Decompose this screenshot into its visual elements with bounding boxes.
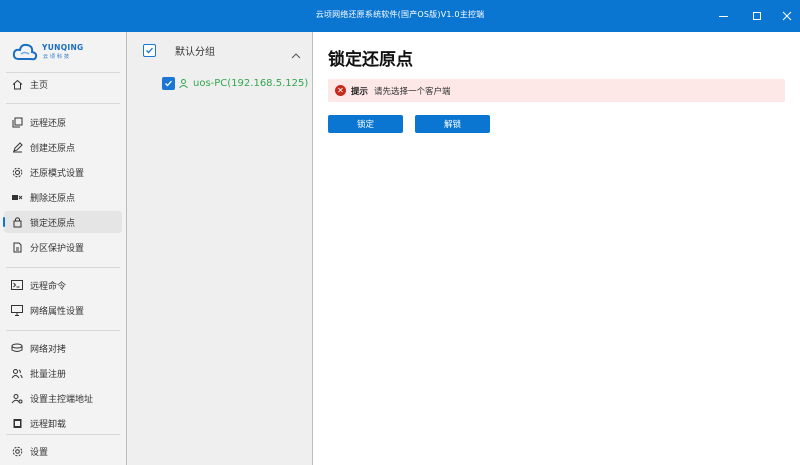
network-icon	[10, 303, 24, 317]
sidebar-item-label: 主页	[30, 80, 49, 91]
sidebar-item-label: 远程命令	[30, 281, 67, 292]
divider	[6, 434, 120, 435]
group-name: 默认分组	[175, 46, 215, 58]
sidebar-item-delete-restore-point[interactable]: 删除还原点	[4, 186, 122, 208]
minimize-button[interactable]	[706, 0, 740, 32]
alert-keyword: 提示	[351, 86, 369, 97]
settings-icon	[10, 444, 24, 458]
sidebar-item-label: 网络对拷	[30, 344, 67, 355]
users-icon	[10, 366, 24, 380]
disk-icon	[10, 341, 24, 355]
group-checkbox[interactable]	[143, 43, 156, 57]
client-group-panel: 默认分组 uos-PC(192.168.5.125)	[126, 32, 313, 465]
checkmark-icon	[146, 47, 153, 53]
sidebar-item-label: 设置	[30, 447, 49, 458]
close-button[interactable]	[770, 0, 800, 32]
alert-banner: ✕ 提示 请先选择一个客户端	[328, 79, 785, 102]
sidebar-item-label: 锁定还原点	[30, 218, 76, 229]
alert-message: 请先选择一个客户端	[374, 86, 451, 97]
sidebar-item-lock-restore-point[interactable]: 锁定还原点	[3, 211, 122, 233]
client-label: uos-PC(192.168.5.125)	[193, 78, 309, 89]
divider	[6, 267, 120, 268]
sidebar-item-batch-register[interactable]: 批量注册	[4, 362, 122, 384]
logo: YUNQING 云顷科技	[12, 40, 112, 64]
error-icon: ✕	[335, 85, 346, 96]
lock-icon	[10, 215, 24, 229]
sidebar-item-label: 还原模式设置	[30, 168, 85, 179]
sidebar-item-network-settings[interactable]: 网络属性设置	[4, 299, 122, 321]
sidebar-item-remote-command[interactable]: 远程命令	[4, 274, 122, 296]
sidebar-item-remote-uninstall[interactable]: 远程卸载	[4, 412, 122, 434]
window-title: 云顷网络还原系统软件(国产OS版)V1.0主控端	[315, 10, 485, 19]
unlock-button[interactable]: 解锁	[415, 115, 490, 133]
close-icon	[782, 11, 792, 21]
sidebar-item-label: 批量注册	[30, 369, 67, 380]
sidebar-item-remote-restore[interactable]: 远程还原	[4, 111, 122, 133]
sidebar-item-label: 远程还原	[30, 118, 67, 129]
logo-brand: YUNQING	[42, 43, 84, 52]
terminal-icon	[10, 278, 24, 292]
pencil-icon	[10, 140, 24, 154]
client-user-icon	[179, 79, 188, 89]
sidebar-item-network-clone[interactable]: 网络对拷	[4, 337, 122, 359]
lock-button[interactable]: 锁定	[328, 115, 403, 133]
title-bar: 云顷网络还原系统软件(国产OS版)V1.0主控端	[0, 0, 800, 32]
sidebar-item-label: 创建还原点	[30, 143, 76, 154]
client-checkbox[interactable]	[162, 77, 175, 90]
checkmark-icon	[165, 80, 172, 87]
page-title: 锁定还原点	[328, 50, 413, 70]
maximize-button[interactable]	[740, 0, 774, 32]
sidebar-item-set-master-address[interactable]: 设置主控端地址	[4, 387, 122, 409]
logo-sub: 云顷科技	[43, 54, 72, 60]
sidebar-item-settings[interactable]: 设置	[4, 440, 122, 462]
sidebar-item-label: 远程卸载	[30, 419, 67, 430]
sidebar-item-label: 分区保护设置	[30, 243, 85, 254]
chevron-up-icon[interactable]	[291, 45, 301, 64]
divider	[6, 330, 120, 331]
divider	[6, 103, 120, 104]
cloud-logo-icon	[12, 43, 38, 61]
gear-icon	[10, 165, 24, 179]
minimize-icon	[718, 15, 728, 17]
delete-icon	[10, 190, 24, 204]
trash-icon	[10, 416, 24, 430]
sidebar-item-label: 删除还原点	[30, 193, 76, 204]
copy-icon	[10, 115, 24, 129]
user-settings-icon	[10, 391, 24, 405]
main-content: 锁定还原点 ✕ 提示 请先选择一个客户端 锁定 解锁	[313, 32, 800, 465]
document-icon	[10, 240, 24, 254]
sidebar-item-label: 网络属性设置	[30, 306, 85, 317]
maximize-icon	[753, 12, 761, 20]
home-icon	[10, 77, 24, 91]
client-row[interactable]: uos-PC(192.168.5.125)	[162, 77, 308, 90]
sidebar-item-partition-protect[interactable]: 分区保护设置	[4, 236, 122, 258]
group-row[interactable]: 默认分组	[143, 42, 303, 59]
sidebar-item-create-restore-point[interactable]: 创建还原点	[4, 136, 122, 158]
sidebar: YUNQING 云顷科技 主页 远程还原 创建还原点 还原模式设置 删除还原点 …	[0, 32, 126, 465]
sidebar-item-label: 设置主控端地址	[30, 394, 94, 405]
sidebar-item-home[interactable]: 主页	[4, 73, 122, 95]
sidebar-item-restore-mode[interactable]: 还原模式设置	[4, 161, 122, 183]
